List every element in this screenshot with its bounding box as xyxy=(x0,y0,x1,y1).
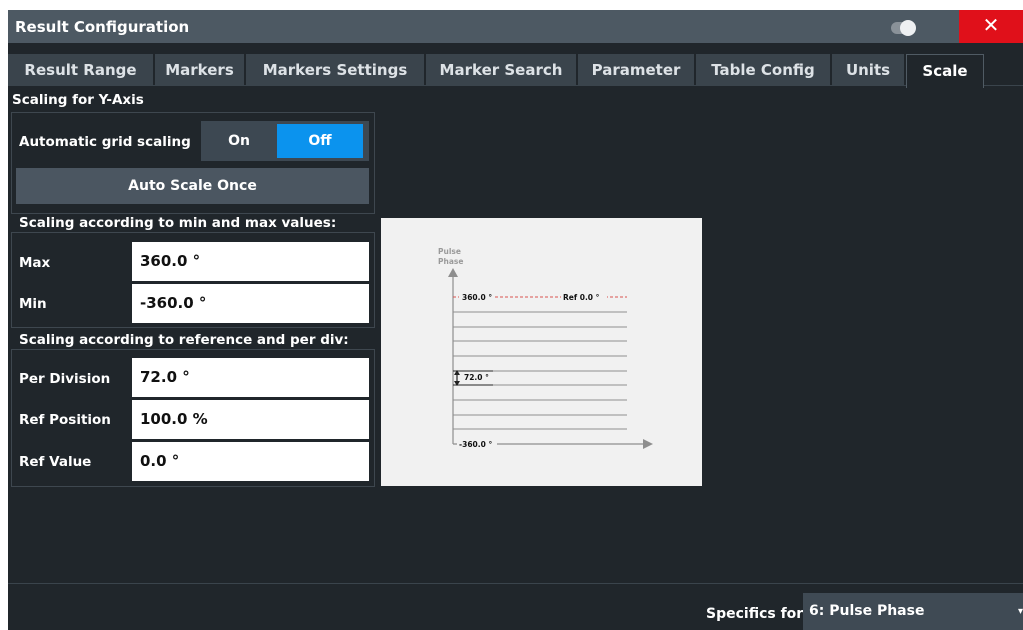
per-division-label: Per Division xyxy=(19,371,111,387)
x-axis-arrow xyxy=(643,439,653,449)
tab-units[interactable]: Units xyxy=(832,54,904,86)
div-value-label: 72.0 ° xyxy=(464,373,489,382)
tab-markers-settings[interactable]: Markers Settings xyxy=(246,54,424,86)
bottom-value-label: -360.0 ° xyxy=(459,440,492,449)
scale-diagram: Pulse Phase 360.0 ° Ref 0.0 ° 72.0 ° -36… xyxy=(381,218,702,486)
specifics-select[interactable]: 6: Pulse Phase ▾ xyxy=(803,593,1023,630)
ref-position-label: Ref Position xyxy=(19,412,111,428)
tab-scale[interactable]: Scale xyxy=(906,54,984,88)
min-input[interactable]: -360.0 ° xyxy=(132,284,369,323)
tab-table-config[interactable]: Table Config xyxy=(696,54,830,86)
ref-value-label-diagram: Ref 0.0 ° xyxy=(563,293,600,302)
auto-scale-once-button[interactable]: Auto Scale Once xyxy=(16,168,369,204)
tab-result-range[interactable]: Result Range xyxy=(8,54,153,86)
ref-position-input[interactable]: 100.0 % xyxy=(132,400,369,439)
top-value-label: 360.0 ° xyxy=(462,293,492,302)
y-axis-label-line1: Pulse xyxy=(438,247,461,256)
auto-grid-scaling-label: Automatic grid scaling xyxy=(19,134,191,150)
scaling-y-axis-heading: Scaling for Y-Axis xyxy=(12,92,144,108)
specifics-label: Specifics for xyxy=(706,606,804,622)
specifics-value: 6: Pulse Phase xyxy=(809,603,925,619)
max-input[interactable]: 360.0 ° xyxy=(132,242,369,281)
dialog-title: Result Configuration xyxy=(15,18,190,36)
footer-divider xyxy=(8,583,1023,584)
close-button[interactable]: ✕ xyxy=(959,10,1023,43)
auto-grid-off-option[interactable]: Off xyxy=(277,124,363,158)
y-axis-label-line2: Phase xyxy=(438,257,463,266)
scale-diagram-svg: Pulse Phase 360.0 ° Ref 0.0 ° 72.0 ° -36… xyxy=(438,247,653,449)
auto-grid-scaling-toggle: On Off xyxy=(201,121,369,161)
refdiv-heading: Scaling according to reference and per d… xyxy=(19,332,349,348)
ref-value-label: Ref Value xyxy=(19,454,92,470)
min-label: Min xyxy=(19,296,47,312)
result-configuration-dialog: Result Configuration ✕ Result Range Mark… xyxy=(8,10,1023,630)
max-label: Max xyxy=(19,255,51,271)
tab-bar: Result Range Markers Markers Settings Ma… xyxy=(8,54,1023,88)
auto-grid-on-option[interactable]: On xyxy=(205,124,273,158)
minmax-heading: Scaling according to min and max values: xyxy=(19,215,337,231)
y-axis-arrow xyxy=(448,268,458,277)
per-division-input[interactable]: 72.0 ° xyxy=(132,358,369,397)
chevron-down-icon: ▾ xyxy=(1017,606,1023,617)
tab-parameter[interactable]: Parameter xyxy=(578,54,694,86)
title-bar: Result Configuration ✕ xyxy=(8,10,1023,43)
ref-value-input[interactable]: 0.0 ° xyxy=(132,442,369,481)
close-icon: ✕ xyxy=(982,13,1000,37)
tab-marker-search[interactable]: Marker Search xyxy=(426,54,576,86)
toggle-icon[interactable] xyxy=(891,20,921,36)
tab-markers[interactable]: Markers xyxy=(155,54,244,86)
